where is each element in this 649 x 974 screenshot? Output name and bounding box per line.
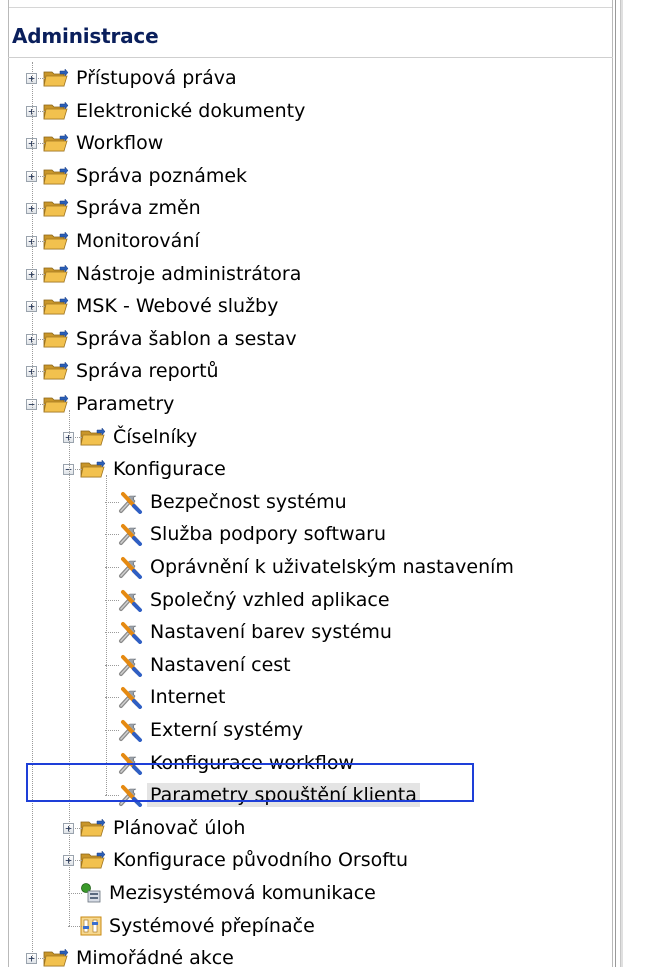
tree-node-nastaveni-barev-systemu[interactable]: Nastavení barev systému: [117, 616, 395, 648]
folder-icon: [80, 426, 106, 447]
wrench-screwdriver-icon: [117, 718, 143, 742]
tree-node-label: Konfigurace: [113, 458, 226, 481]
tree-node-konfigurace[interactable]: Konfigurace: [80, 453, 229, 485]
tree-node-label: Společný vzhled aplikace: [150, 588, 390, 611]
tree-node-nastaveni-cest[interactable]: Nastavení cest: [117, 649, 294, 681]
tree-node-planovac-uloh[interactable]: Plánovač úloh: [80, 812, 248, 844]
tree-guide-vertical: [69, 410, 70, 926]
tree-node-sluzba-podpory-softwaru[interactable]: Služba podpory softwaru: [117, 518, 389, 550]
tree-node-msk-webove-sluzby[interactable]: MSK - Webové služby: [43, 290, 281, 322]
tree-node-nastroje-administratora[interactable]: Nástroje administrátora: [43, 258, 304, 290]
folder-icon: [43, 166, 69, 186]
switches-icon: [80, 915, 102, 937]
splitter-bar[interactable]: [620, 0, 623, 967]
tree-node-label: Správa šablon a sestav: [76, 327, 297, 350]
wrench-screwdriver-icon: [117, 522, 143, 547]
tree-node-ciselniky[interactable]: Číselníky: [80, 421, 200, 453]
tree-node-label: Služba podpory softwaru: [150, 523, 386, 546]
tree-node-systemove-prepinace[interactable]: Systémové přepínače: [80, 910, 318, 942]
tree-node-spolecny-vzhled-aplikace[interactable]: Společný vzhled aplikace: [117, 584, 393, 616]
folder-icon: [80, 850, 106, 870]
tree-node-parametry[interactable]: Parametry: [43, 388, 177, 420]
tree-guide-horizontal: [105, 501, 119, 503]
folder-icon: [43, 231, 69, 251]
wrench-screwdriver-icon: [117, 653, 143, 677]
tree-node-label: Číselníky: [113, 425, 198, 448]
tree-node-label: Systémové přepínače: [109, 914, 315, 937]
folder-icon: [43, 133, 69, 153]
selection-highlight-box: [26, 763, 474, 802]
tree-node-label: Plánovač úloh: [113, 816, 246, 839]
wrench-screwdriver-icon: [117, 685, 143, 710]
tree-node-label: Přístupová práva: [76, 67, 237, 89]
tree-node-workflow[interactable]: Workflow: [43, 127, 166, 159]
wrench-screwdriver-icon: [117, 588, 143, 612]
tree-node-monitorovani[interactable]: Monitorování: [43, 225, 203, 257]
tree-node-label: Nastavení cest: [150, 653, 291, 676]
folder-icon: [43, 948, 69, 968]
tree-node-pristupova-prava[interactable]: Přístupová práva: [43, 62, 240, 94]
folder-icon: [43, 361, 69, 381]
tree-node-label: Elektronické dokumenty: [76, 99, 306, 122]
folder-icon: [43, 198, 69, 218]
tree-node-label: Nástroje administrátora: [76, 262, 302, 285]
tree-guide-vertical: [106, 475, 107, 796]
tree-node-label: MSK - Webové služby: [76, 295, 279, 318]
panel-top-border: [9, 7, 612, 8]
tree-node-internet[interactable]: Internet: [117, 681, 228, 713]
folder-icon: [80, 459, 106, 479]
folder-icon: [80, 818, 106, 838]
wrench-screwdriver-icon: [117, 555, 143, 579]
tree-node-mimoradne-akce[interactable]: Mimořádné akce: [43, 942, 237, 974]
tree-node-label: Workflow: [76, 132, 164, 155]
tree-guide-horizontal: [105, 664, 119, 666]
tree-guide-horizontal: [105, 534, 119, 536]
folder-icon: [43, 68, 69, 88]
tree-guide-horizontal: [105, 730, 119, 731]
tree-node-label: Internet: [150, 686, 226, 709]
tree-guide-vertical: [32, 62, 33, 959]
wrench-screwdriver-icon: [117, 490, 143, 514]
tree-guide-horizontal: [105, 632, 119, 634]
tree-node-label: Správa změn: [76, 197, 201, 220]
tree-node-sprava-sablon-a-sestav[interactable]: Správa šablon a sestav: [43, 323, 300, 355]
tree-node-externi-systemy[interactable]: Externí systémy: [117, 714, 306, 746]
folder-icon: [43, 296, 69, 316]
tree-node-sprava-poznamek[interactable]: Správa poznámek: [43, 160, 250, 192]
folder-icon: [43, 100, 69, 121]
network-icon: [80, 882, 102, 904]
tree-node-elektronicke-dokumenty[interactable]: Elektronické dokumenty: [43, 95, 308, 127]
folder-icon: [43, 329, 69, 349]
tree-node-sprava-reportu[interactable]: Správa reportů: [43, 355, 222, 387]
tree-node-label: Bezpečnost systému: [150, 490, 347, 513]
tree-node-label: Správa poznámek: [76, 164, 248, 187]
title-separator: [8, 57, 613, 58]
tree-node-mezisystemova-komunikace[interactable]: Mezisystémová komunikace: [80, 877, 379, 909]
tree-node-konfigurace-puvodniho-orsoftu[interactable]: Konfigurace původního Orsoftu: [80, 844, 411, 876]
wrench-screwdriver-icon: [117, 620, 143, 645]
tree-node-label: Externí systémy: [150, 719, 304, 741]
tree-node-sprava-zmen[interactable]: Správa změn: [43, 192, 204, 224]
tree-guide-horizontal: [105, 567, 119, 568]
tree-guide-horizontal: [68, 893, 82, 894]
tree-node-opravneni-k-uzivatelskym-nastavenim[interactable]: Oprávnění k uživatelským nastavením: [117, 551, 517, 583]
folder-icon: [43, 394, 69, 414]
tree-node-label: Parametry: [76, 393, 175, 415]
tree-node-label: Oprávnění k uživatelským nastavením: [150, 556, 514, 578]
tree-guide-horizontal: [105, 697, 119, 699]
tree-node-label: Nastavení barev systému: [150, 621, 392, 644]
tree-node-label: Monitorování: [76, 230, 200, 252]
folder-icon: [43, 263, 69, 284]
tree-guide-horizontal: [68, 925, 82, 927]
panel-title: Administrace: [12, 24, 159, 48]
tree-guide-horizontal: [105, 599, 119, 601]
tree-node-label: Konfigurace původního Orsoftu: [113, 849, 409, 872]
splitter-line: [615, 0, 616, 967]
tree-node-label: Správa reportů: [76, 360, 219, 383]
tree-node-label: Mezisystémová komunikace: [109, 882, 376, 904]
tree-node-bezpecnost-systemu[interactable]: Bezpečnost systému: [117, 486, 350, 518]
